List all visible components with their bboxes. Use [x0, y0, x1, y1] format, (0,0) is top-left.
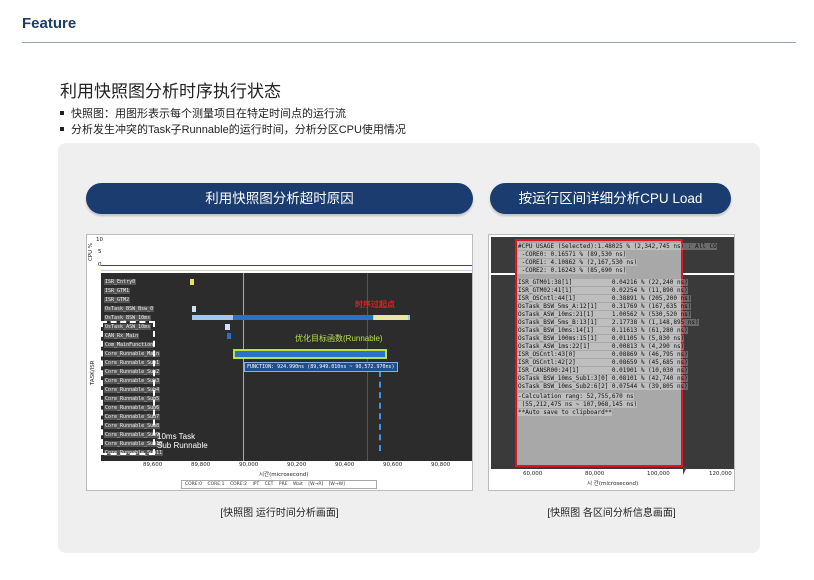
page-title: 利用快照图分析时序执行状态 — [60, 82, 281, 101]
runnable-annotation: 优化目标函数(Runnable) — [295, 334, 383, 343]
stat-line: -Calculation rang: 52,755,670 ns — [518, 393, 634, 400]
task-annotation-2: Sub Runnable — [157, 441, 208, 450]
runnable-bar — [233, 349, 387, 359]
y-tick: 5 — [98, 249, 102, 255]
x-tick: 90,400 — [335, 462, 355, 468]
section-header: Feature — [22, 15, 77, 32]
x-tick: 90,000 — [239, 462, 259, 468]
cpu-load-analysis-button[interactable]: 按运行区间详细分析CPU Load — [490, 183, 731, 214]
stat-line: #CPU USAGE (Selected):1.48025 % (2,342,7… — [518, 243, 717, 250]
stat-line: **Auto save to clipboard** — [518, 409, 612, 416]
legend-item: CORE:0 — [185, 482, 203, 487]
task-bar — [233, 315, 373, 320]
x-tick: 60,000 — [523, 471, 543, 477]
x-tick: 89,800 — [191, 462, 211, 468]
stat-line: ISR_OSCntl:44[1] 0.38891 % (205,200 ns) — [518, 295, 692, 302]
x-tick: 80,000 — [585, 471, 605, 477]
row-label: ISR_Entry0 — [104, 279, 137, 285]
task-axis-label: TASK/ISR — [90, 360, 96, 385]
stat-line: OsTask_BSW_5ms_B:13[1] 2.17738 % (1,148,… — [518, 319, 699, 326]
task-bar — [190, 279, 194, 285]
x-axis-label: 시간(microsecond) — [259, 472, 309, 478]
y-tick: 10 — [96, 237, 103, 243]
stat-line: OsTask_BSW_10ms_Sub1:3[0] 0.08101 % (42,… — [518, 375, 688, 382]
x-tick: 100,000 — [647, 471, 670, 477]
stat-line: ISR_CANSR00:24[1] 0.01901 % (10,030 ns) — [518, 367, 688, 374]
row-label: ISR_GTM2 — [104, 297, 131, 303]
legend-item: CORE:2 — [229, 482, 248, 487]
stat-line: OsTask_BSW_10ms_Sub2:6[2] 0.07544 % (39,… — [518, 383, 688, 390]
snapshot-section-screenshot: #CPU USAGE (Selected):1.48025 % (2,342,7… — [488, 234, 735, 491]
x-axis-label: 시 간(microsecond) — [587, 481, 639, 487]
x-tick: 90,200 — [287, 462, 307, 468]
sub-runnable-highlight — [101, 321, 155, 455]
header-divider — [22, 42, 796, 43]
function-tooltip: FUNCTION: 924.990ns (89,949.010ns ~ 90,5… — [244, 362, 398, 372]
legend-item: PRE — [278, 482, 288, 487]
row-label: ISR_GTM1 — [104, 288, 131, 294]
right-caption: [快照图 各区间分析信息画面] — [547, 508, 676, 519]
cursor-icon — [683, 467, 691, 475]
legend-item: CORE:1 — [207, 482, 225, 487]
task-bar — [225, 324, 230, 330]
legend-item: [W→W] — [328, 482, 345, 487]
legend-item: IPT — [252, 482, 260, 487]
stat-line: OsTask_ASW_10ms:21[1] 1.00562 % (530,520… — [518, 311, 692, 318]
task-annotation-1: 10ms Task — [157, 432, 196, 441]
row-label: OsTask_BSW_Bsw_0 — [104, 306, 155, 312]
task-bar — [227, 333, 231, 339]
bullet-item: 分析发生冲突的Task子Runnable的运行时间，分析分区CPU使用情况 — [60, 121, 406, 137]
task-bar — [374, 315, 408, 320]
bullet-text: 快照图：用图形表示每个测量项目在特定时间点的运行流 — [71, 108, 346, 120]
stat-line: OsTask_ASW_1ms:22[1] 0.00813 % (4,290 ns… — [518, 343, 685, 350]
legend-item: [W→R] — [308, 482, 324, 487]
cpu-axis-label: CPU % — [88, 242, 94, 261]
stat-line: ISR_OSCntl:43[0] 0.08869 % (46,795 ns) — [518, 351, 688, 358]
x-tick: 90,800 — [431, 462, 451, 468]
y-tick: 0 — [98, 262, 102, 268]
stat-line: OsTask_BSW_5ms_A:12[1] 0.31769 % (167,63… — [518, 303, 692, 310]
task-bar — [192, 306, 196, 312]
stat-line: OsTask_BSW_100ms:15[1] 0.01105 % (5,830 … — [518, 335, 685, 342]
x-tick: 89,600 — [143, 462, 163, 468]
bullet-text: 分析发生冲突的Task子Runnable的运行时间，分析分区CPU使用情况 — [71, 124, 406, 136]
bullet-item: 快照图：用图形表示每个测量项目在特定时间点的运行流 — [60, 105, 346, 121]
stat-line: -CORE2: 0.16243 % (85,690 ns) — [518, 267, 627, 274]
stat-line: ISR_GTM01:38[1] 0.04216 % (22,240 ns) — [518, 279, 688, 286]
x-tick: 90,600 — [383, 462, 403, 468]
stat-line: OsTask_BSW_10ms:14[1] 0.11613 % (61,280 … — [518, 327, 688, 334]
stat-line: ISR_OSCntl:42[2] 0.08659 % (45,685 ns) — [518, 359, 688, 366]
stat-line: -CORE1: 4.10862 % (2,167,530 ns) — [518, 259, 638, 266]
stat-line: (55,212,475 ns ~ 107,968,145 ns) — [518, 401, 638, 408]
stat-line: ISR_GTM02:41[1] 0.02254 % (11,890 ns) — [518, 287, 688, 294]
timeout-analysis-button[interactable]: 利用快照图分析超时原因 — [86, 183, 473, 214]
cpu-usage-strip — [101, 237, 472, 271]
legend-item: CET — [264, 482, 274, 487]
legend: CORE:0 CORE:1 CORE:2 IPT CET PRE Wait [W… — [181, 480, 377, 489]
legend-item: Wait — [292, 482, 303, 487]
x-tick: 120,000 — [709, 471, 732, 477]
snapshot-runtime-screenshot: CPU % 10 5 0 TASK/ISR ISR_Entry0 ISR_GTM… — [86, 234, 473, 491]
sub-bar — [379, 371, 381, 451]
stat-line: -CORE0: 0.16571 % (89,530 ns) — [518, 251, 627, 258]
timing-annotation: 时序过起点 — [355, 300, 395, 309]
left-caption: [快照图 运行时间分析画面] — [220, 508, 339, 519]
